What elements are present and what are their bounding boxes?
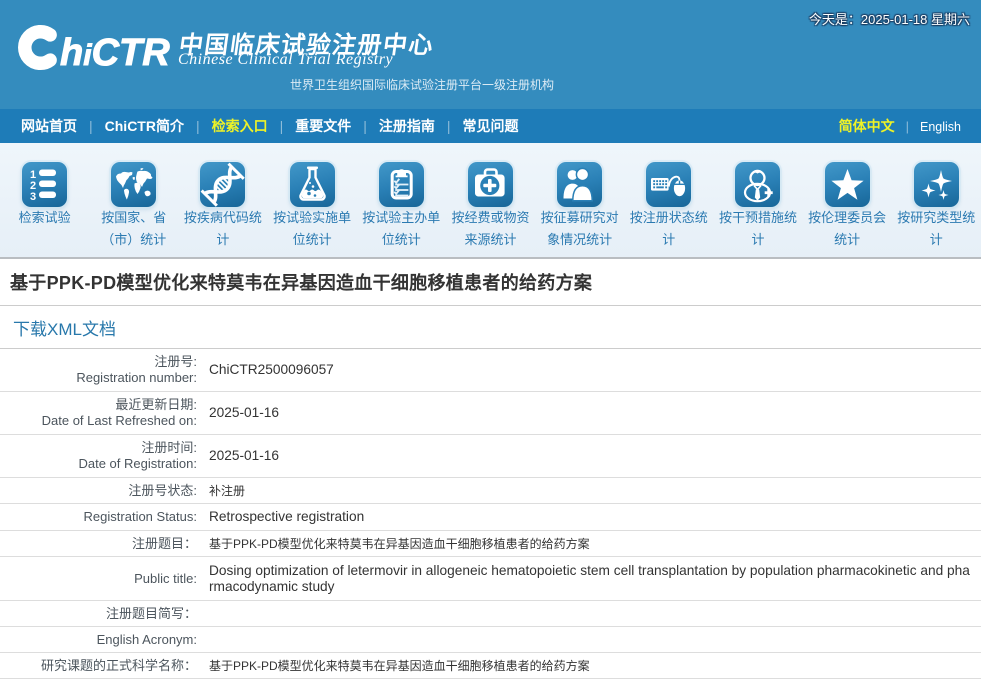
svg-text:3: 3 xyxy=(30,191,36,203)
